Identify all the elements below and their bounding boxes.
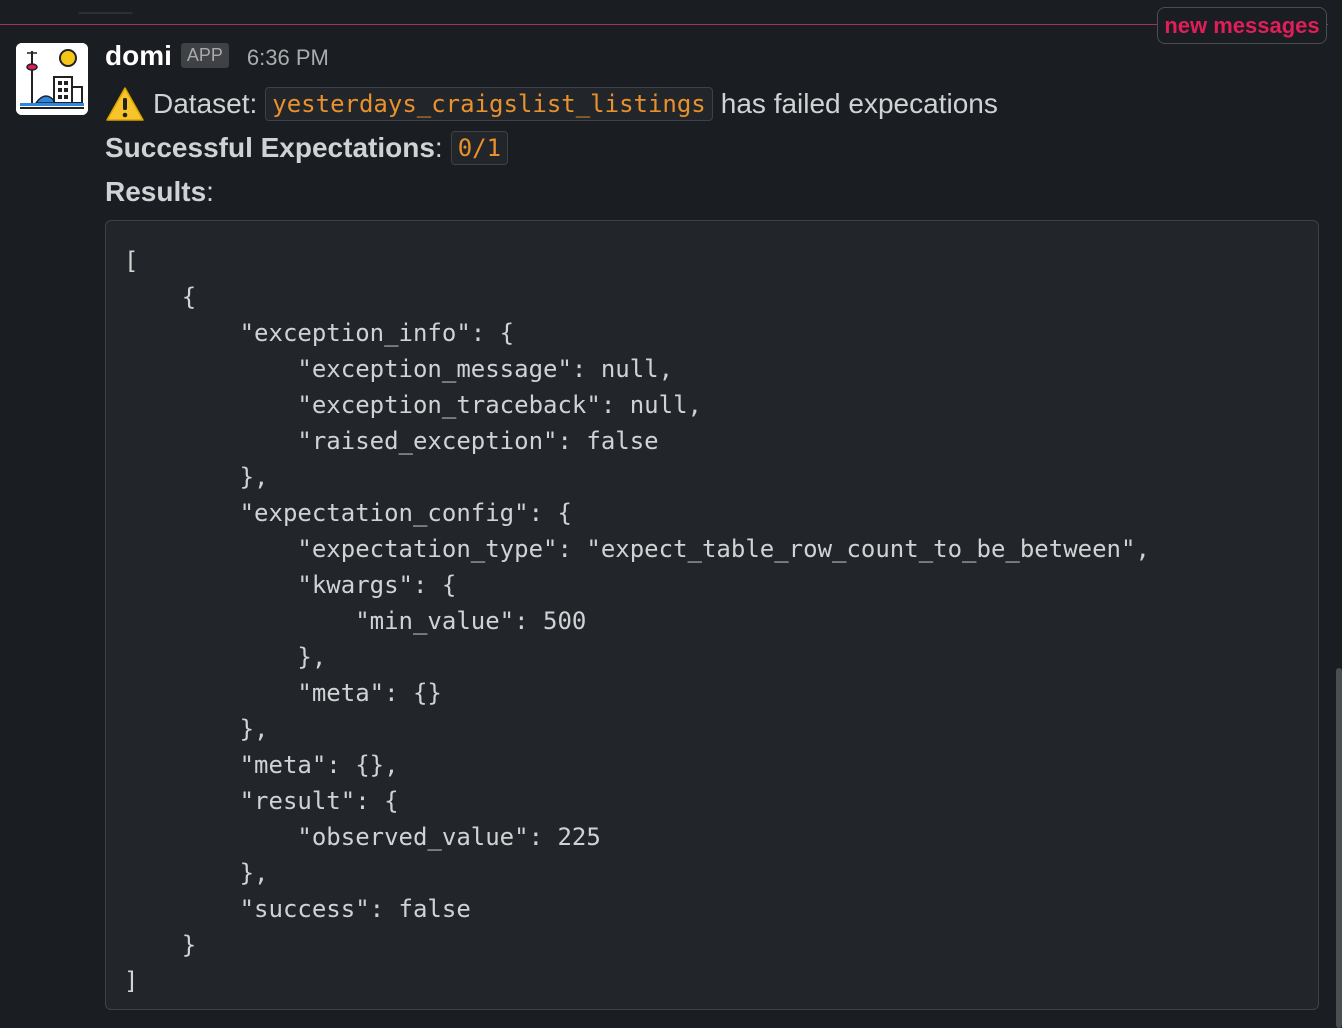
avatar[interactable]	[16, 43, 88, 115]
new-messages-divider	[0, 24, 1328, 25]
new-messages-badge[interactable]: new messages	[1157, 7, 1327, 44]
results-code-block[interactable]: [ { "exception_info": { "exception_messa…	[105, 220, 1319, 1010]
timestamp[interactable]: 6:36 PM	[247, 45, 329, 71]
dataset-name-code: yesterdays_craigslist_listings	[265, 87, 713, 121]
warning-icon	[106, 87, 144, 121]
slack-channel-view: new messages domi APP 6:36 PM Dataset: y…	[0, 0, 1342, 1028]
previous-message-fragment	[77, 0, 149, 14]
results-json: [ { "exception_info": { "exception_messa…	[124, 247, 1150, 995]
results-label: Results	[105, 176, 207, 207]
message: domi APP 6:36 PM Dataset: yesterdays_cra…	[105, 40, 1320, 214]
scrollbar[interactable]	[1336, 668, 1342, 1028]
message-header: domi APP 6:36 PM	[105, 40, 1320, 80]
successful-expectations-value: 0/1	[450, 131, 509, 165]
successful-expectations-label: Successful Expectations	[105, 132, 435, 163]
successful-expectations-colon: :	[434, 132, 443, 163]
message-line-success-count: Successful Expectations: 0/1	[105, 126, 1320, 170]
message-line-dataset: Dataset: yesterdays_craigslist_listings …	[105, 82, 1320, 126]
sender-name[interactable]: domi	[105, 40, 172, 72]
city-skyline-icon	[16, 43, 88, 115]
results-colon: :	[206, 176, 214, 207]
dataset-label: Dataset:	[153, 88, 258, 119]
failure-text: has failed expecations	[720, 88, 998, 119]
message-line-results: Results:	[105, 170, 1320, 214]
app-badge: APP	[180, 43, 229, 68]
